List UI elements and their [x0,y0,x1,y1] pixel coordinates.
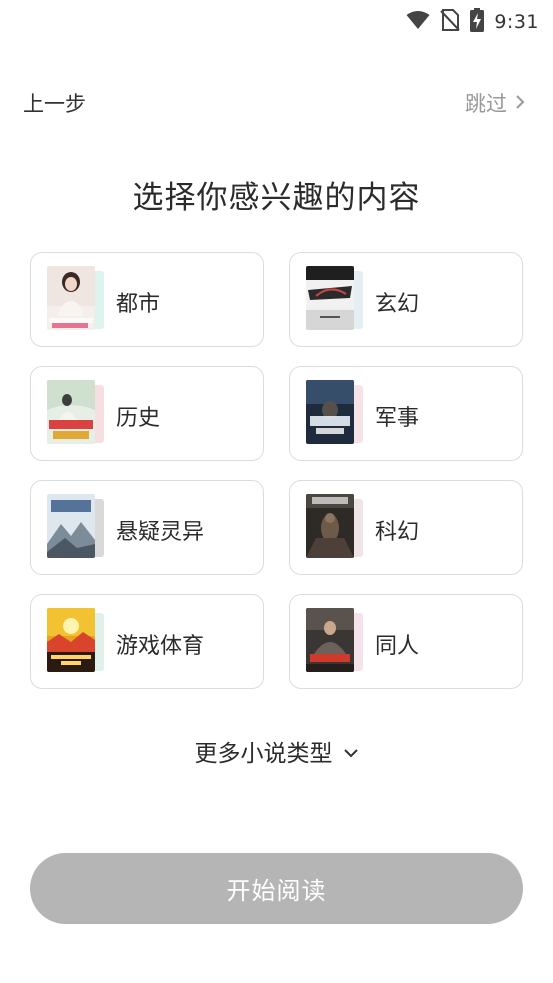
genre-card-urban[interactable]: 都市 [30,252,264,347]
wifi-icon [406,10,430,34]
genre-label: 历史 [116,406,161,431]
skip-button[interactable]: 跳过 [465,88,525,118]
back-button[interactable]: 上一步 [23,88,86,118]
genre-label: 游戏体育 [116,634,205,659]
book-cover-military-icon [306,380,354,444]
book-cover-suspense-icon [47,494,95,558]
cover-wrap [306,494,364,560]
top-nav: 上一步 跳过 [0,84,553,120]
cover-wrap [306,380,364,446]
page-title: 选择你感兴趣的内容 [132,180,421,216]
cover-wrap [47,266,105,332]
genre-card-scifi[interactable]: 科幻 [289,480,523,575]
start-reading-button[interactable]: 开始阅读 [30,853,523,924]
cover-wrap [47,380,105,446]
book-cover-history-icon [47,380,95,444]
book-cover-gaming-icon [47,608,95,672]
genre-card-fantasy[interactable]: 玄幻 [289,252,523,347]
genre-card-history[interactable]: 历史 [30,366,264,461]
status-bar: 9:31 [0,0,553,40]
status-time: 9:31 [494,11,539,33]
skip-label: 跳过 [465,92,507,116]
genre-label: 军事 [375,406,420,431]
genre-label: 科幻 [375,520,420,545]
book-cover-fanfic-icon [306,608,354,672]
genre-label: 都市 [116,292,161,317]
genre-card-fanfic[interactable]: 同人 [289,594,523,689]
more-types-toggle[interactable]: 更多小说类型 [0,734,553,768]
more-types-label: 更多小说类型 [194,741,333,767]
genre-label: 同人 [375,634,420,659]
chevron-down-icon [343,738,359,764]
book-cover-scifi-icon [306,494,354,558]
book-cover-urban-icon [47,266,95,330]
cover-wrap [306,266,364,332]
genre-card-gaming[interactable]: 游戏体育 [30,594,264,689]
battery-charging-icon [470,8,485,36]
status-icons: 9:31 [406,8,539,36]
genre-label: 悬疑灵异 [116,520,205,545]
cover-wrap [47,494,105,560]
genre-grid: 都市 玄幻 历史 军事 悬疑灵异 科幻 游戏体育 同人 [30,252,523,689]
no-sim-icon [440,9,461,35]
genre-card-military[interactable]: 军事 [289,366,523,461]
genre-card-suspense[interactable]: 悬疑灵异 [30,480,264,575]
book-cover-fantasy-icon [306,266,354,330]
cover-wrap [47,608,105,674]
chevron-right-icon [515,91,525,115]
cover-wrap [306,608,364,674]
genre-label: 玄幻 [375,292,420,317]
